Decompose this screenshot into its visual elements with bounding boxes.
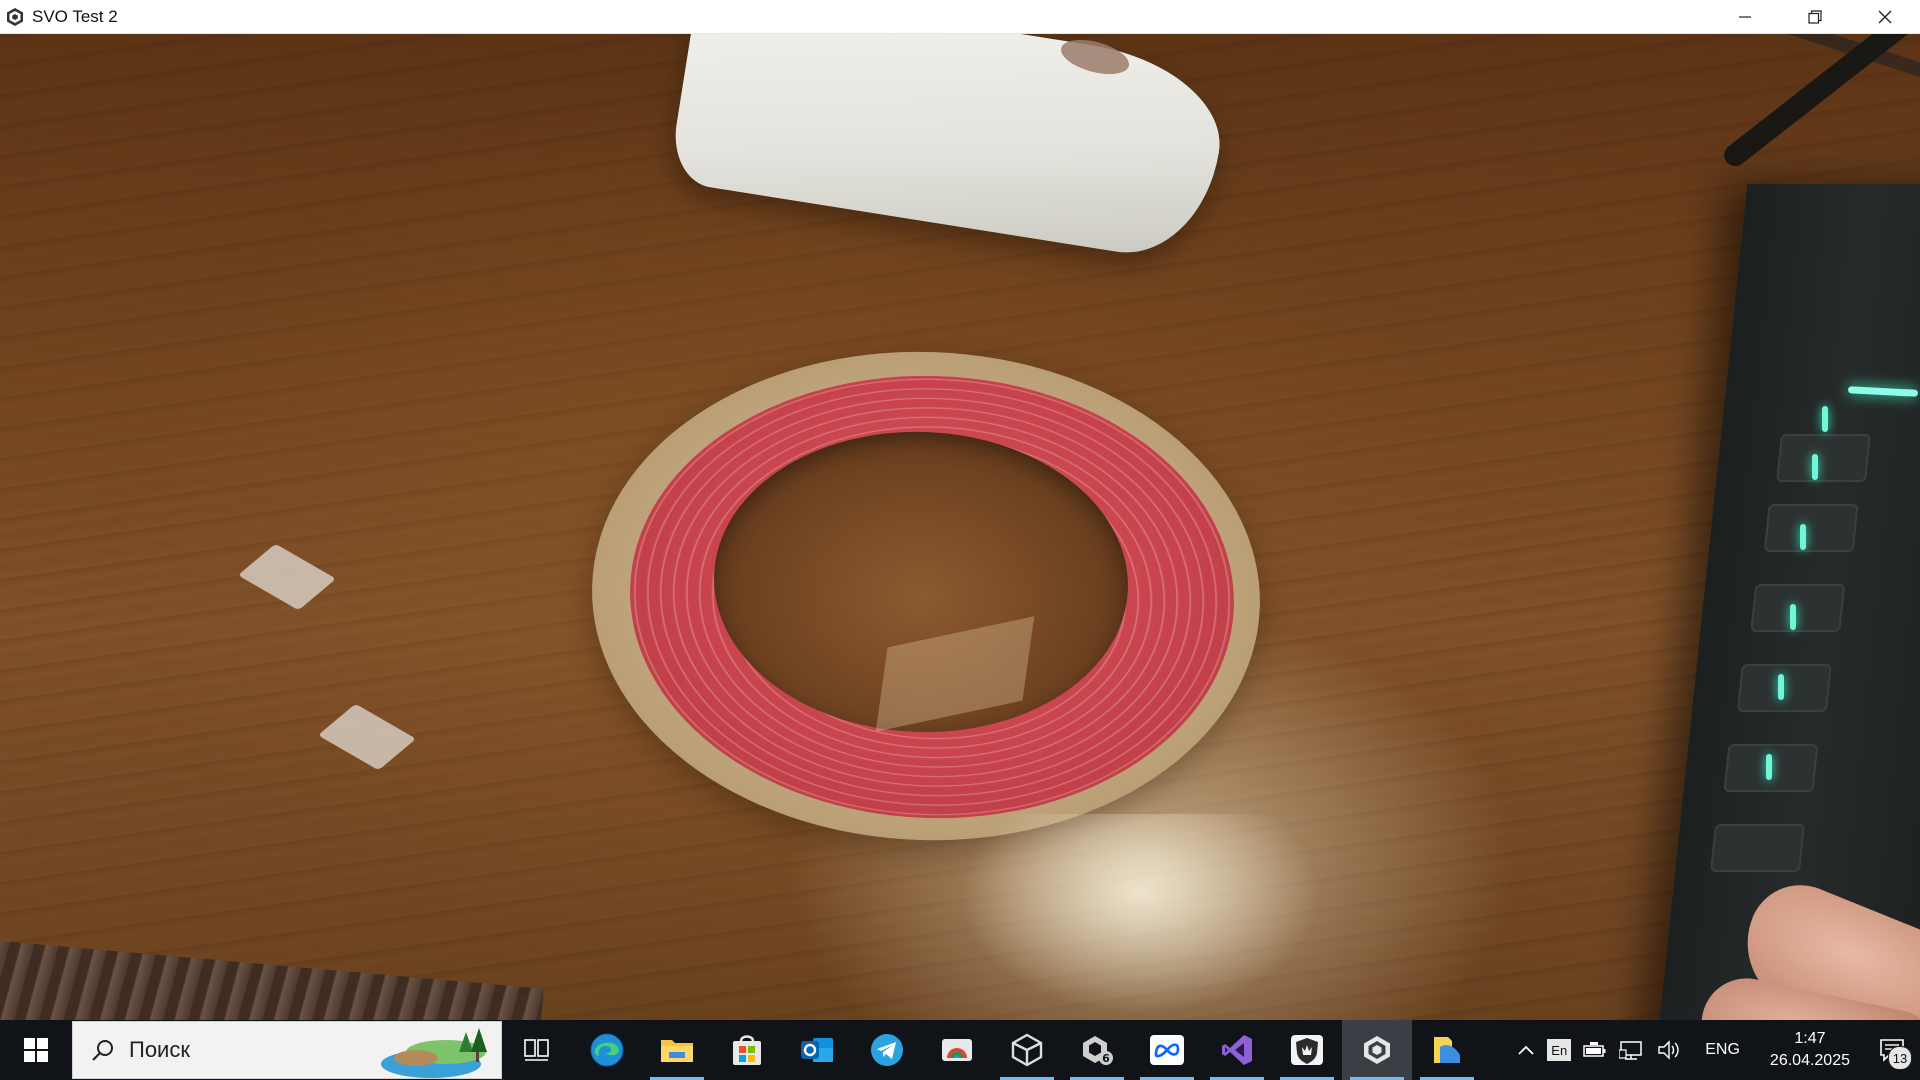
keyboard-led — [1778, 674, 1784, 700]
restore-button[interactable] — [1780, 0, 1850, 34]
store-icon — [733, 1035, 761, 1065]
unity-6-icon: 6 — [1083, 1036, 1113, 1065]
keyboard-led — [1766, 754, 1772, 780]
language-indicator[interactable]: ENG — [1689, 1020, 1756, 1080]
plaid-cloth — [0, 939, 544, 1020]
clock[interactable]: 1:47 26.04.2025 — [1756, 1028, 1864, 1072]
remote-icon — [942, 1039, 972, 1061]
minimize-icon — [1739, 16, 1751, 18]
search-icon — [91, 1038, 115, 1062]
taskbar-app-telegram[interactable] — [852, 1020, 922, 1080]
taskbar-app-visual-studio[interactable] — [1202, 1020, 1272, 1080]
language-label: ENG — [1705, 1041, 1740, 1058]
taskbar-app-remote[interactable] — [922, 1020, 992, 1080]
battery-icon — [1583, 1042, 1606, 1057]
windows-icon — [24, 1038, 48, 1062]
taskbar-app-files[interactable] — [1412, 1020, 1482, 1080]
folder-icon — [661, 1040, 693, 1062]
minimize-button[interactable] — [1710, 0, 1780, 34]
window-controls — [1710, 0, 1920, 34]
svg-text:6: 6 — [1102, 1052, 1110, 1065]
shield-icon — [1291, 1035, 1323, 1065]
search-box[interactable]: Поиск — [72, 1021, 502, 1079]
start-button[interactable] — [0, 1020, 72, 1080]
search-highlight-image — [371, 1022, 501, 1078]
light-reflection — [960, 814, 1320, 1014]
task-view-icon — [524, 1039, 549, 1061]
unity-icon — [1364, 1036, 1390, 1064]
edge-icon — [590, 1033, 624, 1067]
taskbar-app-meta[interactable] — [1132, 1020, 1202, 1080]
title-bar[interactable]: SVO Test 2 — [0, 0, 1920, 34]
system-tray: En ENG 1:47 26.04.2025 13 — [1511, 1020, 1920, 1080]
notification-center-button[interactable]: 13 — [1864, 1020, 1920, 1080]
notification-count-badge: 13 — [1888, 1046, 1912, 1070]
keyboard-led — [1822, 406, 1828, 432]
clock-date: 26.04.2025 — [1769, 1052, 1850, 1069]
taskbar-app-store[interactable] — [712, 1020, 782, 1080]
keyboard-key — [1763, 504, 1859, 552]
window-title: SVO Test 2 — [32, 6, 118, 26]
input-method-button[interactable]: En — [1541, 1020, 1577, 1080]
keyboard-layout: En — [1547, 1039, 1572, 1061]
task-view-button[interactable] — [502, 1020, 572, 1080]
taskbar-app-edge[interactable] — [572, 1020, 642, 1080]
taskbar-app-outlook[interactable] — [782, 1020, 852, 1080]
taskbar-app-file-explorer[interactable] — [642, 1020, 712, 1080]
keyboard-key — [1775, 434, 1872, 482]
taskbar-app-unity-hub[interactable] — [992, 1020, 1062, 1080]
taskbar-app-unity-6[interactable]: 6 — [1062, 1020, 1132, 1080]
unity-icon — [1011, 1033, 1043, 1067]
taskbar: Поиск 6 En ENG 1:47 26.04.2025 13 — [0, 1020, 1920, 1080]
files-icon — [1434, 1037, 1460, 1063]
keyboard-led — [1812, 454, 1818, 480]
chevron-up-icon — [1518, 1045, 1534, 1055]
telegram-icon — [871, 1034, 903, 1066]
paper-chip — [237, 543, 337, 611]
keyboard-led — [1800, 524, 1806, 550]
close-button[interactable] — [1850, 0, 1920, 34]
close-icon — [1878, 10, 1892, 24]
taskbar-app-unity-player[interactable] — [1342, 1020, 1412, 1080]
computer-mouse — [667, 34, 1233, 266]
camera-viewport[interactable] — [0, 34, 1920, 1020]
taskbar-app-shield[interactable] — [1272, 1020, 1342, 1080]
keyboard-led — [1790, 604, 1796, 630]
speaker-icon — [1658, 1040, 1679, 1060]
unity-icon — [4, 6, 26, 28]
visual-studio-icon — [1222, 1035, 1252, 1065]
search-placeholder: Поиск — [129, 1037, 190, 1062]
meta-icon — [1150, 1035, 1184, 1065]
paper-chip — [317, 703, 417, 771]
volume-button[interactable] — [1651, 1020, 1689, 1080]
network-button[interactable] — [1613, 1020, 1651, 1080]
clock-time: 1:47 — [1794, 1030, 1826, 1047]
battery-button[interactable] — [1577, 1020, 1613, 1080]
network-icon — [1619, 1041, 1642, 1060]
keyboard-key — [1709, 824, 1806, 872]
outlook-icon — [801, 1038, 833, 1062]
keyboard-key — [1736, 664, 1832, 712]
show-hidden-icons-button[interactable] — [1511, 1020, 1541, 1080]
restore-icon — [1808, 10, 1822, 24]
keyboard-key — [1750, 584, 1846, 632]
